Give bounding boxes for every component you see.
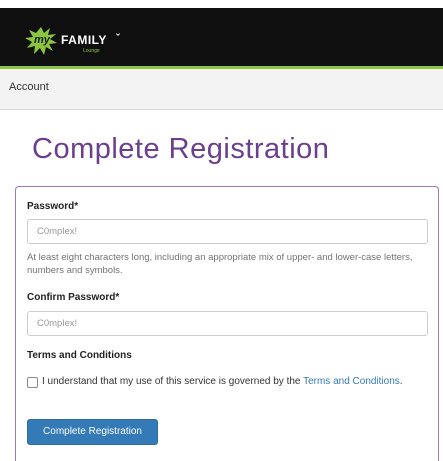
- nav-bar: Account: [0, 69, 443, 110]
- confirm-password-input[interactable]: C0mplex!: [27, 311, 428, 336]
- top-header: my FAMILY ˇ Lounge: [0, 8, 443, 69]
- password-input[interactable]: C0mplex!: [27, 219, 428, 244]
- logo-my-text: my: [34, 34, 50, 46]
- complete-registration-button[interactable]: Complete Registration: [27, 419, 158, 445]
- password-input-value: C0mplex!: [37, 226, 78, 237]
- confirm-password-input-value: C0mplex!: [37, 318, 78, 329]
- terms-agreement-text: I understand that my use of this service…: [42, 375, 422, 389]
- password-help-text: At least eight characters long, includin…: [27, 252, 413, 276]
- terms-link[interactable]: Terms and Conditions: [303, 376, 400, 387]
- myfamily-logo[interactable]: my FAMILY ˇ Lounge: [24, 24, 144, 58]
- terms-period: .: [399, 376, 403, 387]
- logo-lounge-text: Lounge: [83, 48, 100, 54]
- logo-family-text: FAMILY: [61, 33, 107, 47]
- terms-text: I understand that my use of this service…: [42, 376, 304, 387]
- password-label: Password*: [27, 201, 79, 212]
- page-title: Complete Registration: [32, 133, 330, 165]
- account-link[interactable]: Account: [9, 81, 49, 93]
- terms-heading: Terms and Conditions: [27, 350, 132, 361]
- confirm-password-label: Confirm Password*: [27, 292, 120, 303]
- terms-checkbox[interactable]: [27, 377, 38, 388]
- logo-caret-icon: ˇ: [116, 33, 120, 45]
